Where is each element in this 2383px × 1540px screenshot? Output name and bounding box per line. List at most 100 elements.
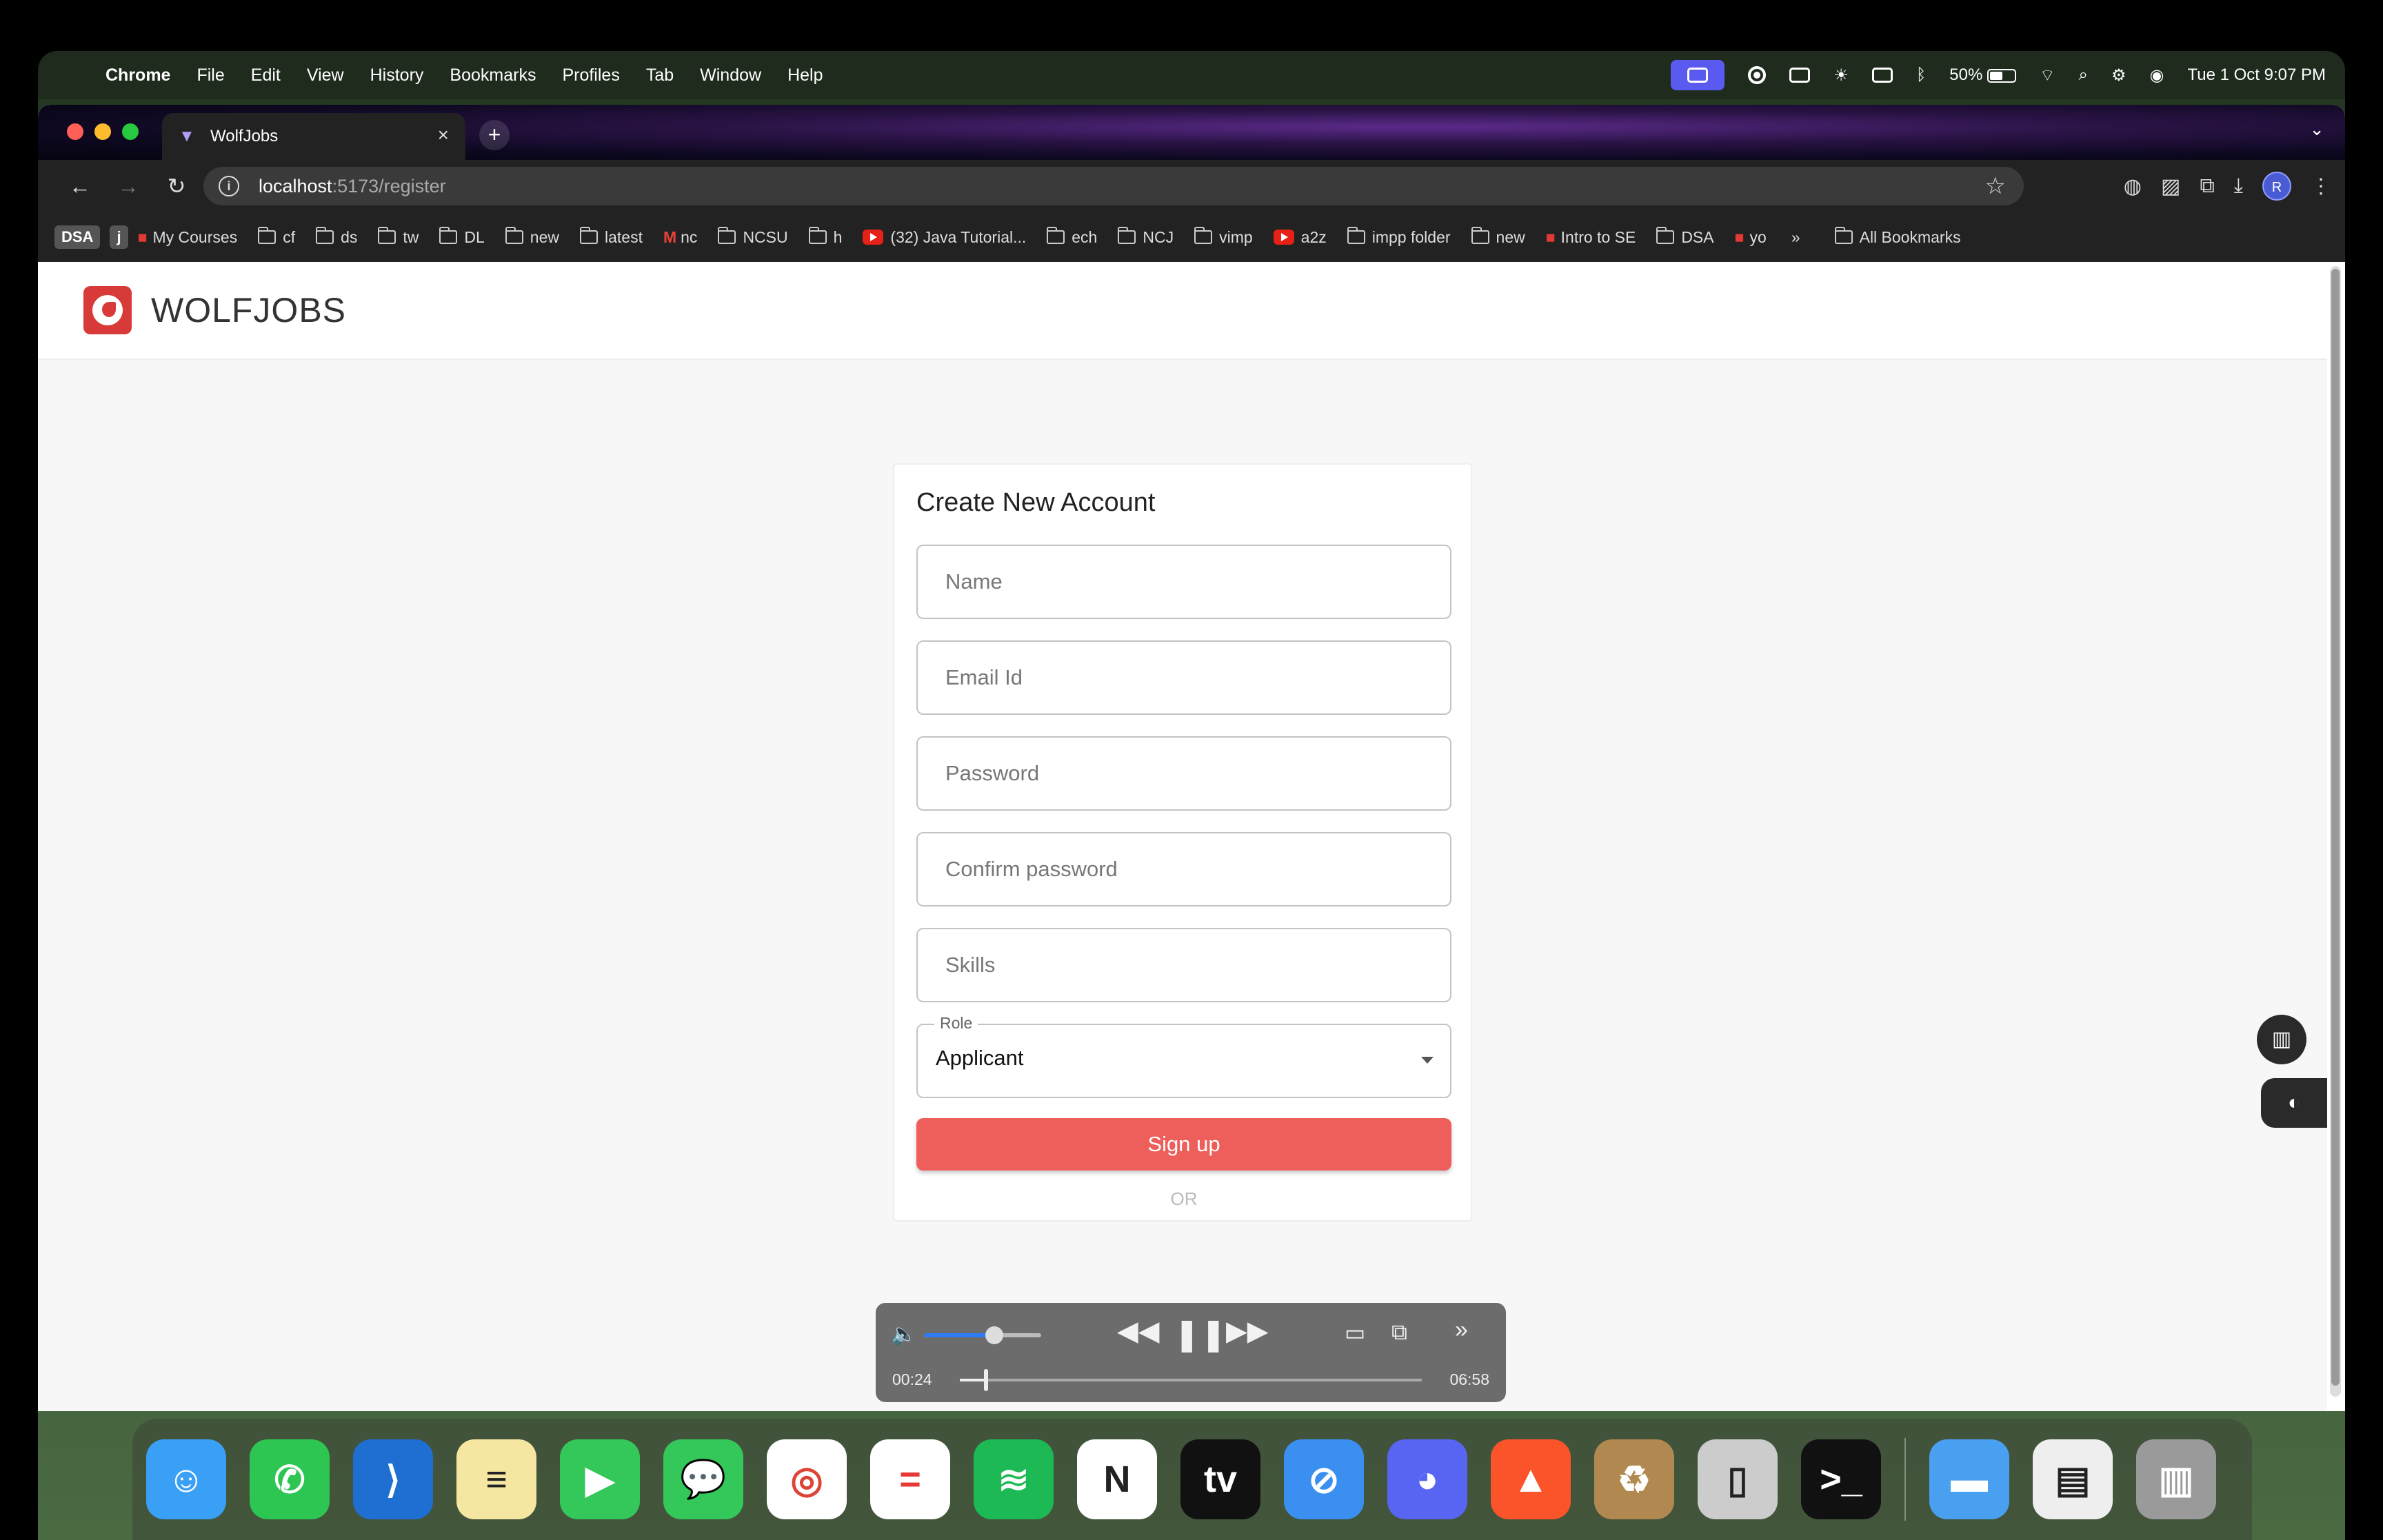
bookmark-item[interactable]: tw <box>378 227 419 247</box>
bookmark-item[interactable]: Mnc <box>663 228 697 247</box>
wifi-icon[interactable]: ⌔ <box>2040 65 2055 85</box>
bookmark-item[interactable]: impp folder <box>1347 227 1451 247</box>
bookmark-item[interactable]: vimp <box>1194 227 1253 247</box>
brightness-icon[interactable]: ☀ <box>1833 65 1849 85</box>
dock-discord-icon[interactable]: ◕ <box>1387 1439 1467 1519</box>
bookmark-item[interactable]: j <box>110 225 128 249</box>
new-tab-button[interactable]: + <box>479 120 510 150</box>
back-button[interactable]: ← <box>56 174 104 199</box>
siri-icon[interactable]: ◉ <box>2150 65 2164 85</box>
menu-profiles[interactable]: Profiles <box>562 65 619 85</box>
site-info-icon[interactable]: i <box>219 176 239 196</box>
dock-archiver-icon[interactable]: ♻ <box>1594 1439 1674 1519</box>
volume-knob[interactable] <box>985 1326 1003 1344</box>
menu-file[interactable]: File <box>197 65 224 85</box>
dock-chrome-icon[interactable]: ◎ <box>767 1439 847 1519</box>
bookmark-item[interactable]: latest <box>579 227 643 247</box>
all-bookmarks-button[interactable]: All Bookmarks <box>1834 227 1961 247</box>
bookmark-item[interactable]: NCJ <box>1118 227 1174 247</box>
bookmark-item[interactable]: NCSU <box>718 227 788 247</box>
menu-edit[interactable]: Edit <box>251 65 281 85</box>
bluetooth-icon[interactable]: ᛒ <box>1916 65 1926 85</box>
menu-tab[interactable]: Tab <box>646 65 674 85</box>
close-tab-icon[interactable]: × <box>438 124 449 146</box>
bookmark-item[interactable]: DSA <box>54 225 101 249</box>
more-menu-icon[interactable]: ⋮ <box>2311 174 2331 199</box>
role-select[interactable]: Role Applicant <box>916 1014 1451 1098</box>
bookmark-item[interactable]: a2z <box>1273 228 1327 247</box>
picture-in-picture-icon[interactable]: ⧉ <box>1391 1319 1407 1346</box>
dock-safari-icon[interactable]: ⊘ <box>1284 1439 1364 1519</box>
bookmark-item[interactable]: cf <box>258 227 295 247</box>
bookmark-item[interactable]: ds <box>316 227 357 247</box>
name-input[interactable] <box>945 546 1428 618</box>
reload-button[interactable]: ↻ <box>152 173 201 199</box>
confirm-password-input[interactable] <box>945 833 1428 905</box>
confirm-password-field[interactable] <box>916 832 1451 906</box>
dock-spotify-icon[interactable]: ≋ <box>974 1439 1054 1519</box>
bookmark-item[interactable]: new <box>505 227 559 247</box>
assistant-globe-icon[interactable]: ◐ <box>2261 1078 2327 1128</box>
spotlight-icon[interactable]: ⌕ <box>2079 65 2088 85</box>
dock-vs-code-icon[interactable]: ⟩ <box>353 1439 433 1519</box>
dock-document-icon[interactable]: ▤ <box>2033 1439 2113 1519</box>
bookmark-item[interactable]: ■ yo <box>1735 228 1767 247</box>
control-center-icon[interactable]: ⚙ <box>2111 65 2126 85</box>
scrollbar-thumb[interactable] <box>2331 269 2340 1386</box>
extension-icon[interactable]: ◍ <box>2124 174 2142 199</box>
scrollbar[interactable] <box>2330 266 2341 1397</box>
menu-window[interactable]: Window <box>700 65 761 85</box>
password-input[interactable] <box>945 738 1428 809</box>
menu-help[interactable]: Help <box>787 65 823 85</box>
menu-view[interactable]: View <box>307 65 344 85</box>
address-bar[interactable]: i localhost:5173/register ☆ <box>203 167 2024 205</box>
seek-knob[interactable] <box>984 1369 989 1391</box>
airplay-icon[interactable]: ▭ <box>1345 1319 1365 1346</box>
dock-messages-icon[interactable]: 💬 <box>663 1439 743 1519</box>
email-input[interactable] <box>945 642 1428 713</box>
email-field[interactable] <box>916 640 1451 715</box>
keyboard-icon[interactable] <box>1789 68 1811 83</box>
dock-folder-icon[interactable]: ▬ <box>1929 1439 2009 1519</box>
bookmark-item[interactable]: DL <box>439 227 485 247</box>
brand-name[interactable]: WOLFJOBS <box>151 290 346 330</box>
wolfjobs-logo-icon[interactable] <box>83 286 132 334</box>
download-icon[interactable]: ⤓ <box>2234 174 2243 198</box>
dock-apple-tv-icon[interactable]: tv <box>1180 1439 1260 1519</box>
more-controls-icon[interactable]: » <box>1455 1317 1468 1344</box>
dock-notes-icon[interactable]: ≡ <box>456 1439 536 1519</box>
skills-input[interactable] <box>945 929 1428 1001</box>
maximize-window-button[interactable] <box>122 123 139 140</box>
dock-facetime-icon[interactable]: ▶ <box>560 1439 640 1519</box>
dock-finder-icon[interactable]: ☺ <box>146 1439 226 1519</box>
reader-mode-icon[interactable]: ▥ <box>2257 1015 2306 1064</box>
dock-brave-icon[interactable]: ▲ <box>1491 1439 1571 1519</box>
menu-app-name[interactable]: Chrome <box>105 65 170 85</box>
fast-forward-icon[interactable]: ▶▶ <box>1226 1315 1269 1347</box>
extensions-puzzle-icon[interactable]: ⧉ <box>2200 174 2214 198</box>
close-window-button[interactable] <box>67 123 83 140</box>
stage-manager-icon[interactable] <box>1671 60 1725 90</box>
bookmark-item[interactable]: ech <box>1047 227 1097 247</box>
pause-icon[interactable]: ❚❚ <box>1174 1315 1227 1352</box>
screen-record-icon[interactable] <box>1748 66 1767 84</box>
bookmark-item[interactable]: ■ Intro to SE <box>1546 228 1636 247</box>
menu-bookmarks[interactable]: Bookmarks <box>450 65 536 85</box>
clock[interactable]: Tue 1 Oct 9:07 PM <box>2187 65 2326 85</box>
password-field[interactable] <box>916 736 1451 811</box>
name-field[interactable] <box>916 545 1451 619</box>
volume-slider[interactable] <box>924 1326 1041 1344</box>
forward-button[interactable]: → <box>104 174 152 199</box>
dock-notion-icon[interactable]: N <box>1077 1439 1157 1519</box>
bookmark-item[interactable]: h <box>808 227 842 247</box>
rewind-icon[interactable]: ◀◀ <box>1117 1315 1160 1347</box>
more-bookmarks-button[interactable]: » <box>1791 228 1800 247</box>
volume-icon[interactable]: 🔈 <box>891 1322 916 1346</box>
menu-history[interactable]: History <box>370 65 424 85</box>
sign-up-button[interactable]: Sign up <box>916 1118 1451 1171</box>
tab-search-chevron-icon[interactable]: ⌄ <box>2309 119 2324 140</box>
dock-terminal-icon[interactable]: >_ <box>1801 1439 1881 1519</box>
dock-toolbox-icon[interactable]: = <box>870 1439 950 1519</box>
bookmark-item[interactable]: (32) Java Tutorial... <box>863 228 1026 247</box>
bookmark-item[interactable]: new <box>1471 227 1525 247</box>
